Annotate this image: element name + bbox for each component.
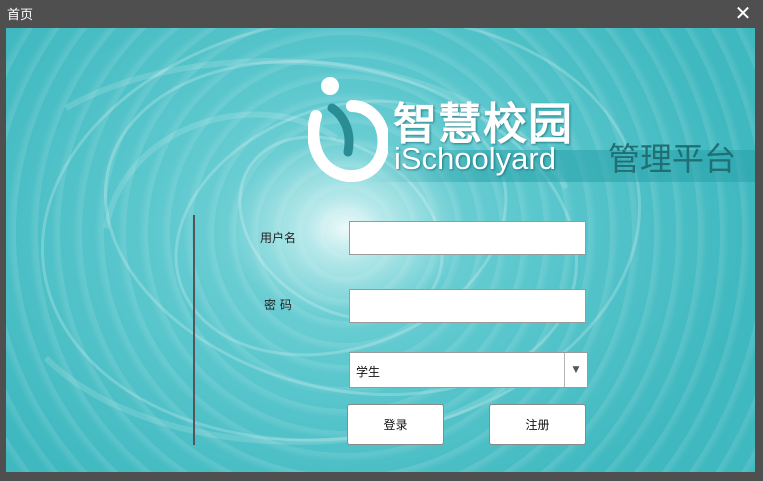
login-button[interactable]: 登录: [347, 404, 444, 445]
role-select-value: 学生: [356, 365, 381, 379]
username-input[interactable]: [349, 221, 586, 255]
form-divider: [193, 215, 195, 445]
login-window: 首页 ✕ 智慧校园 iSchoolyard 管理平台 用户名 密 码 学生 ▼ …: [0, 0, 763, 481]
chevron-down-icon[interactable]: ▼: [564, 353, 587, 387]
close-icon[interactable]: ✕: [733, 2, 753, 24]
login-panel: 智慧校园 iSchoolyard 管理平台 用户名 密 码 学生 ▼ 登录 注册: [6, 28, 755, 472]
role-select[interactable]: 学生 ▼: [349, 352, 588, 388]
password-input[interactable]: [349, 289, 586, 323]
ischoolyard-logo: [308, 77, 388, 182]
password-label: 密 码: [264, 298, 292, 312]
window-title: 首页: [7, 8, 34, 23]
platform-subtitle: 管理平台: [608, 140, 737, 178]
brand-name-en: iSchoolyard: [394, 141, 556, 176]
username-label: 用户名: [260, 231, 297, 245]
register-button[interactable]: 注册: [489, 404, 586, 445]
title-bar: 首页 ✕: [0, 0, 763, 28]
